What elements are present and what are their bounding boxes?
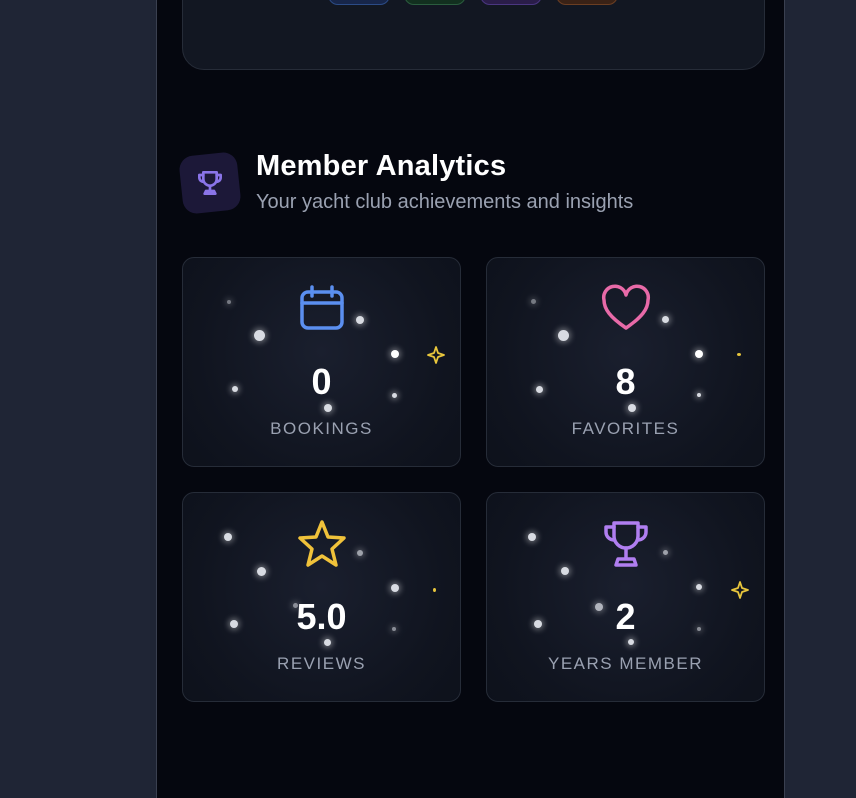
quick-actions-card [182,0,765,70]
stat-card-favorites[interactable]: 8 FAVORITES [486,257,765,467]
star-icon [296,518,348,570]
heart-icon [600,283,652,335]
stat-card-years-member[interactable]: 2 YEARS MEMBER [486,492,765,702]
favorites-value: 8 [615,361,636,402]
trophy-icon [198,171,222,196]
reviews-value: 5.0 [296,596,347,637]
notifications-button[interactable] [480,0,542,5]
stat-card-reviews[interactable]: 5.0 REVIEWS [182,492,461,702]
security-button[interactable] [328,0,390,5]
years-member-value: 2 [615,596,636,637]
favorites-label: FAVORITES [571,419,680,438]
trophy-icon [600,518,652,570]
calendar-icon [296,283,348,335]
section-subtitle: Your yacht club achievements and insight… [256,191,634,213]
reviews-label: REVIEWS [277,654,366,673]
bookings-label: BOOKINGS [270,419,373,438]
app-panel: Member Analytics Your yacht club achieve… [156,0,785,798]
section-badge [178,151,242,215]
stat-card-bookings[interactable]: 0 BOOKINGS [182,257,461,467]
bookings-value: 0 [311,361,332,402]
years-member-label: YEARS MEMBER [548,654,703,673]
section-title: Member Analytics [256,150,507,182]
download-button[interactable] [556,0,618,5]
payment-button[interactable] [404,0,466,5]
